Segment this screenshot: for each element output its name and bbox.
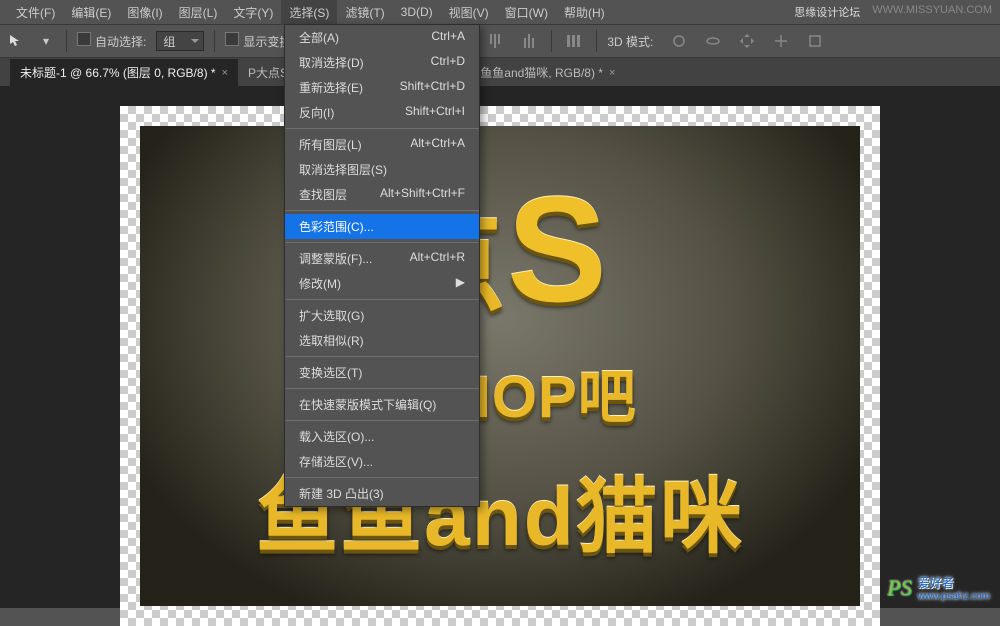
menu-item-label: 选取相似(R) [299, 332, 364, 349]
menu-item-label: 反向(I) [299, 104, 334, 121]
document-tab-0[interactable]: 未标题-1 @ 66.7% (图层 0, RGB/8) * × [10, 59, 238, 86]
menu-item-1[interactable]: 取消选择(D) Ctrl+D [285, 50, 479, 75]
mode3d-label: 3D 模式: [607, 33, 653, 50]
artwork-image: 点S OSHOP吧 鱼鱼and猫咪 [140, 126, 860, 606]
document-tabs: 未标题-1 @ 66.7% (图层 0, RGB/8) *×P大点S×7% (P… [0, 58, 1000, 86]
menu-item-2[interactable]: 重新选择(E) Shift+Ctrl+D [285, 75, 479, 100]
3d-scale-icon[interactable] [803, 29, 827, 53]
menu-item-shortcut: Shift+Ctrl+D [400, 79, 465, 96]
menu-10[interactable]: 帮助(H) [556, 0, 613, 25]
menu-item-shortcut: Shift+Ctrl+I [405, 104, 465, 121]
menu-item-24[interactable]: 新建 3D 凸出(3) [285, 481, 479, 506]
menu-item-12[interactable]: 修改(M) ▶ [285, 271, 479, 296]
tab-label: 未标题-1 @ 66.7% (图层 0, RGB/8) * [20, 64, 216, 81]
menu-item-9[interactable]: 色彩范围(C)... [285, 214, 479, 239]
menu-8[interactable]: 视图(V) [441, 0, 497, 25]
watermark-text: 爱好者 [918, 574, 990, 591]
auto-select-dropdown[interactable]: 组 [156, 31, 204, 51]
menu-item-label: 在快速蒙版模式下编辑(Q) [299, 396, 436, 413]
menu-4[interactable]: 文字(Y) [225, 0, 281, 25]
menu-item-0[interactable]: 全部(A) Ctrl+A [285, 25, 479, 50]
menu-item-label: 调整蒙版(F)... [299, 250, 372, 267]
menu-item-shortcut: Alt+Ctrl+R [410, 250, 465, 267]
select-menu-dropdown: 全部(A) Ctrl+A 取消选择(D) Ctrl+D 重新选择(E) Shift+Ctr… [284, 24, 480, 507]
menu-item-5[interactable]: 所有图层(L) Alt+Ctrl+A [285, 132, 479, 157]
menu-item-17[interactable]: 变换选区(T) [285, 360, 479, 385]
3d-orbit-icon[interactable] [667, 29, 691, 53]
move-tool-icon [6, 31, 26, 51]
menu-item-label: 色彩范围(C)... [299, 218, 374, 235]
menu-item-label: 取消选择图层(S) [299, 161, 387, 178]
menu-item-label: 取消选择(D) [299, 54, 364, 71]
menu-item-label: 存储选区(V)... [299, 453, 373, 470]
menu-7[interactable]: 3D(D) [393, 1, 441, 23]
menu-item-label: 重新选择(E) [299, 79, 363, 96]
menu-5[interactable]: 选择(S) [281, 0, 337, 25]
options-bar: ▾ 自动选择: 组 显示变换控件 3D 模式: [0, 24, 1000, 58]
menu-item-7[interactable]: 查找图层 Alt+Shift+Ctrl+F [285, 182, 479, 207]
brand-name: 思缘设计论坛 [794, 4, 860, 20]
tab-label: P大点S [248, 64, 288, 81]
close-icon[interactable]: × [609, 67, 615, 79]
3d-roll-icon[interactable] [701, 29, 725, 53]
menu-item-label: 载入选区(O)... [299, 428, 374, 445]
menu-item-shortcut: ▶ [456, 275, 465, 292]
menu-2[interactable]: 图像(I) [119, 0, 170, 25]
menu-item-shortcut: Ctrl+A [431, 29, 465, 46]
align-icon-6[interactable] [517, 29, 541, 53]
watermark-url: www.psahz.com [918, 591, 990, 602]
menu-item-label: 变换选区(T) [299, 364, 362, 381]
menu-item-15[interactable]: 选取相似(R) [285, 328, 479, 353]
auto-select-checkbox[interactable]: 自动选择: [77, 32, 146, 50]
menu-item-22[interactable]: 存储选区(V)... [285, 449, 479, 474]
dropdown-arrow-icon[interactable]: ▾ [36, 31, 56, 51]
menu-6[interactable]: 滤镜(T) [337, 0, 392, 25]
menu-item-label: 所有图层(L) [299, 136, 362, 153]
menu-item-3[interactable]: 反向(I) Shift+Ctrl+I [285, 100, 479, 125]
menubar: 文件(F)编辑(E)图像(I)图层(L)文字(Y)选择(S)滤镜(T)3D(D)… [0, 0, 1000, 24]
3d-slide-icon[interactable] [769, 29, 793, 53]
distribute-icon-1[interactable] [562, 29, 586, 53]
canvas-area: 点S OSHOP吧 鱼鱼and猫咪 [0, 86, 1000, 608]
close-icon[interactable]: × [222, 67, 228, 79]
menu-item-6[interactable]: 取消选择图层(S) [285, 157, 479, 182]
menu-item-21[interactable]: 载入选区(O)... [285, 424, 479, 449]
menu-9[interactable]: 窗口(W) [497, 0, 556, 25]
menu-item-19[interactable]: 在快速蒙版模式下编辑(Q) [285, 392, 479, 417]
menu-item-11[interactable]: 调整蒙版(F)... Alt+Ctrl+R [285, 246, 479, 271]
menu-1[interactable]: 编辑(E) [63, 0, 119, 25]
menu-item-shortcut: Alt+Shift+Ctrl+F [380, 186, 465, 203]
menu-item-14[interactable]: 扩大选取(G) [285, 303, 479, 328]
menu-item-label: 新建 3D 凸出(3) [299, 485, 384, 502]
menu-item-shortcut: Ctrl+D [431, 54, 465, 71]
menu-item-label: 修改(M) [299, 275, 341, 292]
menu-item-label: 查找图层 [299, 186, 347, 203]
menu-3[interactable]: 图层(L) [171, 0, 226, 25]
menu-item-label: 全部(A) [299, 29, 339, 46]
brand-url: WWW.MISSYUAN.COM [872, 4, 992, 20]
menu-item-shortcut: Alt+Ctrl+A [410, 136, 465, 153]
watermark: PS 爱好者 www.psahz.com [887, 574, 990, 602]
watermark-logo: PS [887, 575, 911, 601]
menu-0[interactable]: 文件(F) [8, 0, 63, 25]
3d-pan-icon[interactable] [735, 29, 759, 53]
menu-item-label: 扩大选取(G) [299, 307, 364, 324]
align-icon-5[interactable] [483, 29, 507, 53]
